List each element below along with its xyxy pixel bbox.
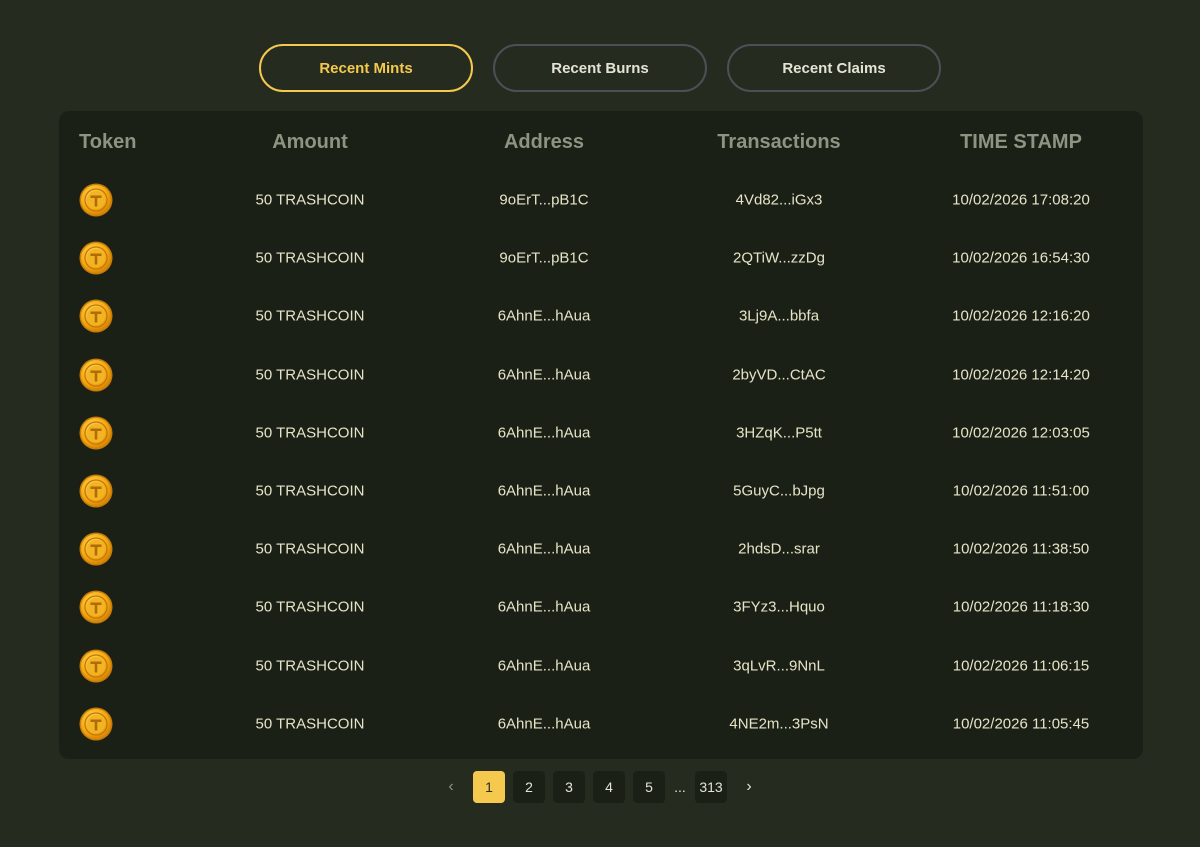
cell-transaction[interactable]: 5GuyC...bJpg [733,483,825,500]
cell-transaction[interactable]: 3Lj9A...bbfa [739,308,819,325]
header-token: Token [79,131,137,153]
pagination-ellipsis: ... [674,779,686,795]
cell-amount: 50 TRASHCOIN [255,424,365,442]
cell-amount: 50 TRASHCOIN [255,598,365,616]
activity-tabs: Recent Mints Recent Burns Recent Claims [0,44,1200,92]
cell-address[interactable]: 9oErT...pB1C [499,250,588,267]
table-row: 50 TRASHCOIN 9oErT...pB1C 4Vd82...iGx3 1… [59,171,1143,229]
tab-recent-claims[interactable]: Recent Claims [727,44,941,92]
header-amount: Amount [272,131,348,153]
cell-transaction[interactable]: 2QTiW...zzDg [733,250,825,267]
cell-transaction[interactable]: 3FYz3...Hquo [733,599,825,616]
cell-transaction[interactable]: 3qLvR...9NnL [733,657,825,674]
trashcoin-coin-icon [79,474,113,508]
header-timestamp: TIME STAMP [960,131,1082,153]
cell-timestamp: 10/02/2026 12:16:20 [952,307,1090,325]
cell-address[interactable]: 6AhnE...hAua [498,424,591,441]
cell-timestamp: 10/02/2026 12:03:05 [952,424,1090,442]
cell-timestamp: 10/02/2026 11:51:00 [952,482,1090,500]
table-row: 50 TRASHCOIN 6AhnE...hAua 2byVD...CtAC 1… [59,346,1143,404]
cell-amount: 50 TRASHCOIN [255,657,365,675]
cell-transaction[interactable]: 4Vd82...iGx3 [736,192,823,209]
table-row: 50 TRASHCOIN 6AhnE...hAua 3qLvR...9NnL 1… [59,637,1143,695]
table-row: 50 TRASHCOIN 6AhnE...hAua 3Lj9A...bbfa 1… [59,287,1143,345]
page-button-2[interactable]: 2 [513,771,545,803]
cell-timestamp: 10/02/2026 12:14:20 [952,366,1090,384]
cell-timestamp: 10/02/2026 11:06:15 [952,657,1090,675]
tab-recent-burns[interactable]: Recent Burns [493,44,707,92]
page-button-3[interactable]: 3 [553,771,585,803]
chevron-right-icon[interactable]: › [735,771,763,803]
pagination: ‹ 1 2 3 4 5 ... 313 › [0,771,1200,803]
page-button-last[interactable]: 313 [695,771,727,803]
header-address: Address [503,131,585,153]
cell-address[interactable]: 6AhnE...hAua [498,483,591,500]
table-row: 50 TRASHCOIN 6AhnE...hAua 4NE2m...3PsN 1… [59,695,1143,753]
page-button-4[interactable]: 4 [593,771,625,803]
trashcoin-coin-icon [79,299,113,333]
cell-address[interactable]: 6AhnE...hAua [498,657,591,674]
cell-address[interactable]: 6AhnE...hAua [498,715,591,732]
trashcoin-coin-icon [79,358,113,392]
page-button-5[interactable]: 5 [633,771,665,803]
table-row: 50 TRASHCOIN 6AhnE...hAua 3FYz3...Hquo 1… [59,578,1143,636]
cell-amount: 50 TRASHCOIN [255,540,365,558]
cell-timestamp: 10/02/2026 11:18:30 [952,598,1090,616]
cell-amount: 50 TRASHCOIN [255,715,365,733]
cell-timestamp: 10/02/2026 16:54:30 [952,249,1090,267]
cell-address[interactable]: 6AhnE...hAua [498,366,591,383]
cell-transaction[interactable]: 2byVD...CtAC [732,366,825,383]
header-transactions: Transactions [717,131,841,153]
table-row: 50 TRASHCOIN 6AhnE...hAua 3HZqK...P5tt 1… [59,404,1143,462]
page-button-1[interactable]: 1 [473,771,505,803]
trashcoin-coin-icon [79,707,113,741]
trashcoin-coin-icon [79,532,113,566]
cell-transaction[interactable]: 4NE2m...3PsN [729,715,828,732]
cell-address[interactable]: 6AhnE...hAua [498,308,591,325]
cell-address[interactable]: 6AhnE...hAua [498,541,591,558]
cell-address[interactable]: 6AhnE...hAua [498,599,591,616]
cell-timestamp: 10/02/2026 11:38:50 [952,540,1090,558]
trashcoin-coin-icon [79,649,113,683]
cell-transaction[interactable]: 3HZqK...P5tt [736,424,822,441]
trashcoin-coin-icon [79,590,113,624]
cell-amount: 50 TRASHCOIN [255,307,365,325]
cell-transaction[interactable]: 2hdsD...srar [738,541,820,558]
cell-timestamp: 10/02/2026 11:05:45 [952,715,1090,733]
table-row: 50 TRASHCOIN 6AhnE...hAua 2hdsD...srar 1… [59,520,1143,578]
cell-amount: 50 TRASHCOIN [255,482,365,500]
cell-amount: 50 TRASHCOIN [255,366,365,384]
table-row: 50 TRASHCOIN 9oErT...pB1C 2QTiW...zzDg 1… [59,229,1143,287]
table-row: 50 TRASHCOIN 6AhnE...hAua 5GuyC...bJpg 1… [59,462,1143,520]
mints-table: Token Amount Address Transactions TIME S… [59,111,1143,759]
trashcoin-coin-icon [79,183,113,217]
cell-address[interactable]: 9oErT...pB1C [499,192,588,209]
chevron-left-icon[interactable]: ‹ [437,771,465,803]
cell-amount: 50 TRASHCOIN [255,191,365,209]
table-header: Token Amount Address Transactions TIME S… [59,131,1143,159]
trashcoin-coin-icon [79,241,113,275]
cell-timestamp: 10/02/2026 17:08:20 [952,191,1090,209]
recent-activity-page: Recent Mints Recent Burns Recent Claims … [0,0,1200,847]
trashcoin-coin-icon [79,416,113,450]
tab-recent-mints[interactable]: Recent Mints [259,44,473,92]
table-body: 50 TRASHCOIN 9oErT...pB1C 4Vd82...iGx3 1… [59,171,1143,753]
cell-amount: 50 TRASHCOIN [255,249,365,267]
